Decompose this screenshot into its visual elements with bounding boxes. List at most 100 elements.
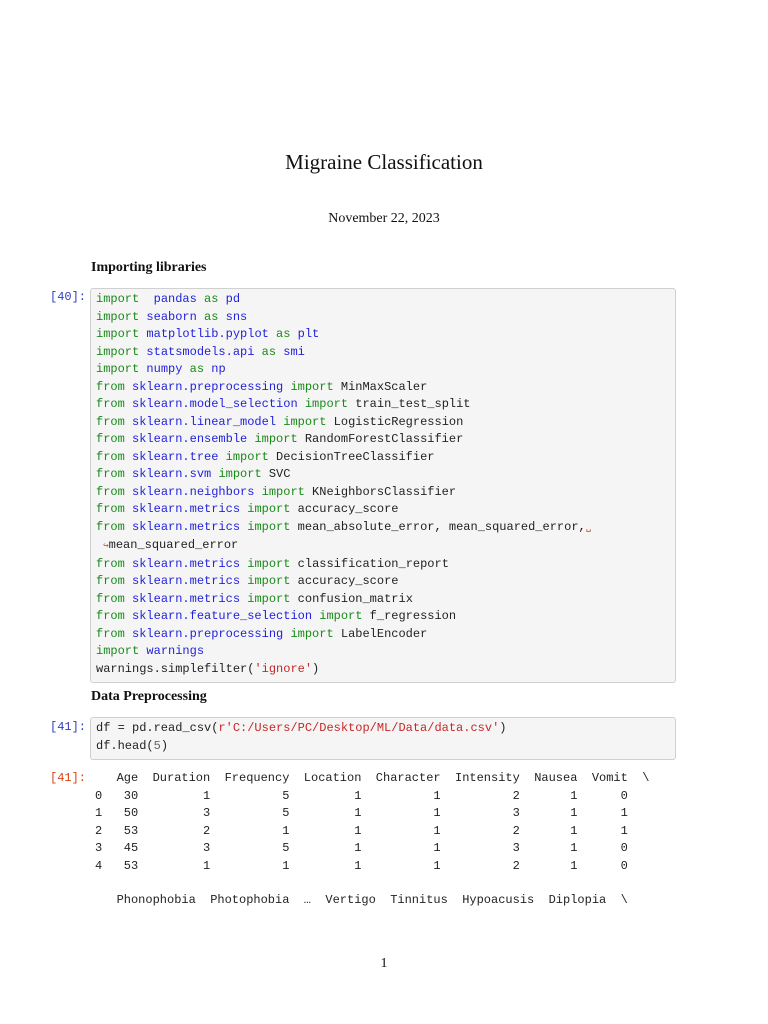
table-cell: Tinnitus	[390, 893, 448, 907]
table-cell: 0	[620, 841, 628, 855]
code-block: df = pd.read_csv(r'C:/Users/PC/Desktop/M…	[96, 720, 675, 755]
table-cell: …	[303, 893, 311, 907]
table-cell: 53	[123, 858, 139, 873]
code-line: from sklearn.linear_model import Logisti…	[96, 414, 675, 432]
table-cell: 3	[203, 806, 211, 820]
dataframe-output-table: Age Duration Frequency Location Character Int…	[95, 770, 649, 875]
code-string: 'ignore'	[254, 661, 313, 676]
code-text: accuracy_score	[290, 574, 399, 588]
table-cell: 1	[354, 788, 362, 803]
table-cell: 1	[354, 841, 362, 855]
code-keyword: from	[96, 626, 125, 641]
code-module: sklearn.tree	[132, 449, 219, 464]
code-keyword: import	[247, 556, 291, 571]
table-cell: 1	[433, 806, 441, 820]
code-line: from sklearn.svm import SVC	[96, 466, 675, 484]
code-line: from sklearn.model_selection import trai…	[96, 396, 675, 414]
code-line: import numpy as np	[96, 361, 675, 379]
code-keyword: import	[304, 397, 349, 411]
table-cell: 1	[570, 858, 578, 873]
table-cell: Duration	[152, 771, 211, 785]
table-cell: Vomit	[591, 771, 628, 785]
code-module: pandas	[153, 292, 197, 306]
code-module: plt	[297, 327, 320, 341]
table-header-row: Age Duration Frequency Location Character Int…	[95, 770, 650, 788]
table-row: 1 50 3 5 1 1 3 1 1	[95, 805, 649, 823]
code-keyword: from	[96, 484, 125, 499]
table-cell: \	[642, 771, 650, 785]
code-text: )	[160, 738, 169, 753]
table-cell: 1	[354, 806, 362, 820]
table-cell: 0	[620, 788, 628, 803]
code-line: from sklearn.preprocessing import LabelE…	[96, 626, 675, 644]
code-text: mean_squared_error	[108, 538, 239, 552]
table-cell: Location	[303, 771, 362, 785]
table-cell: 1	[203, 788, 211, 803]
code-text: df.head(	[96, 738, 154, 753]
code-module: sklearn.metrics	[132, 502, 241, 516]
code-keyword: import	[247, 502, 291, 516]
code-module: sklearn.metrics	[132, 556, 241, 571]
code-text: DecisionTreeClassifier	[268, 449, 435, 464]
code-keyword: import	[319, 609, 363, 623]
code-keyword: from	[96, 467, 125, 481]
table-cell: 1	[620, 806, 628, 820]
code-keyword: from	[96, 414, 125, 429]
code-keyword: import	[225, 449, 269, 464]
row-index: 1	[95, 806, 103, 820]
code-line: import seaborn as sns	[96, 309, 675, 327]
table-row: 0 30 1 5 1 1 2 1 0	[95, 788, 649, 806]
code-module: sklearn.metrics	[132, 591, 241, 606]
code-text: )	[499, 721, 507, 735]
code-keyword: import	[96, 327, 140, 341]
code-text: accuracy_score	[290, 502, 399, 516]
code-text: SVC	[261, 467, 291, 481]
code-keyword: import	[290, 379, 334, 394]
code-line: from sklearn.metrics import confusion_ma…	[96, 591, 675, 609]
code-keyword: as	[189, 362, 205, 376]
code-line: from sklearn.metrics import accuracy_sco…	[96, 573, 675, 591]
code-text: mean_absolute_error, mean_squared_error,	[290, 519, 586, 534]
row-index: 0	[95, 788, 103, 803]
code-keyword: import	[247, 591, 291, 606]
code-text: LabelEncoder	[333, 626, 428, 641]
table-cell: 5	[282, 841, 290, 855]
table-cell: 1	[570, 841, 578, 855]
table-cell: Character	[375, 771, 441, 785]
table-cell: Hypoacusis	[462, 893, 535, 907]
table-cell: Phonophobia	[116, 893, 196, 907]
code-module: seaborn	[146, 309, 197, 324]
table-cell: 1	[433, 823, 441, 838]
code-keyword: import	[96, 362, 140, 376]
table-cell: 5	[282, 788, 290, 803]
table-cell: 1	[570, 806, 578, 820]
code-line: df.head(5)	[96, 738, 675, 756]
code-line: from sklearn.metrics import accuracy_sco…	[96, 501, 675, 519]
table-cell: 1	[433, 788, 441, 803]
code-line: ↪mean_squared_error	[96, 537, 675, 556]
row-index	[95, 892, 102, 910]
code-module: numpy	[146, 362, 183, 376]
document-date: November 22, 2023	[328, 211, 440, 226]
code-cell-read-csv[interactable]: df = pd.read_csv(r'C:/Users/PC/Desktop/M…	[90, 717, 676, 760]
table-cell: Age	[116, 771, 139, 785]
code-text: MinMaxScaler	[333, 379, 428, 394]
code-cell-imports[interactable]: import pandas as pd import seaborn as sns…	[90, 288, 676, 683]
code-line: import statsmodels.api as smi	[96, 344, 675, 362]
